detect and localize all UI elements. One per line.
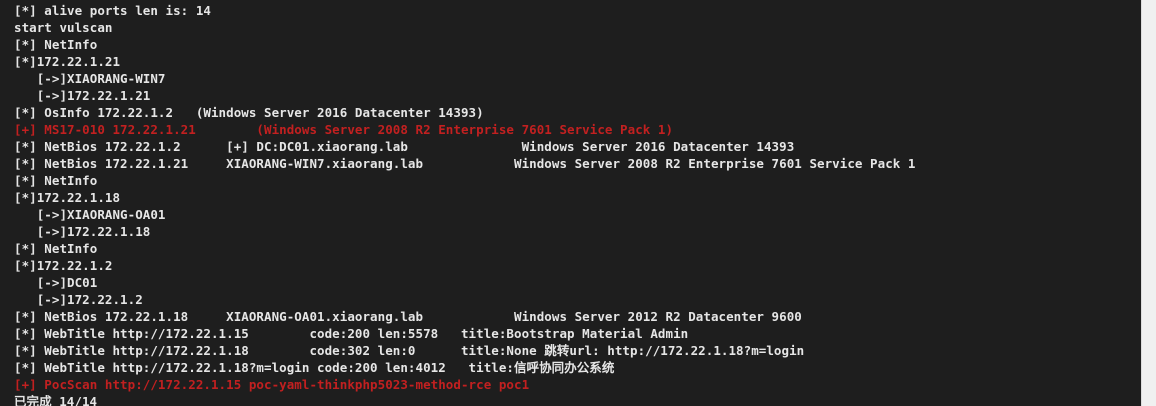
terminal-line: [->]172.22.1.18: [14, 224, 151, 239]
terminal-line: [*]172.22.1.21: [14, 54, 121, 69]
terminal-line: [->]DC01: [14, 275, 98, 290]
terminal-line: [*] NetBios 172.22.1.2 [+] DC:DC01.xiaor…: [14, 139, 795, 154]
terminal-line: start vulscan: [14, 20, 113, 35]
terminal-line-progress: 已完成 14/14: [14, 394, 98, 406]
terminal-line: [->]172.22.1.2: [14, 292, 143, 307]
terminal-output[interactable]: [*] alive ports len is: 14 start vulscan…: [0, 0, 1141, 406]
terminal-line: [->]XIAORANG-WIN7: [14, 71, 166, 86]
terminal-line: [*] WebTitle http://172.22.1.18 code:302…: [14, 343, 805, 358]
terminal-line: [*] WebTitle http://172.22.1.15 code:200…: [14, 326, 689, 341]
terminal-line: [*] NetInfo: [14, 173, 98, 188]
terminal-line-vulnerability: [+] PocScan http://172.22.1.15 poc-yaml-…: [14, 377, 530, 392]
terminal-line: [*] alive ports len is: 14: [14, 3, 211, 18]
terminal-line: [->]XIAORANG-OA01: [14, 207, 166, 222]
terminal-line: [*] NetInfo: [14, 37, 98, 52]
terminal-line: [*] NetBios 172.22.1.21 XIAORANG-WIN7.xi…: [14, 156, 916, 171]
terminal-line: [*] NetBios 172.22.1.18 XIAORANG-OA01.xi…: [14, 309, 802, 324]
vertical-scrollbar[interactable]: [1141, 0, 1156, 406]
terminal-line: [->]172.22.1.21: [14, 88, 151, 103]
terminal-line: [*] OsInfo 172.22.1.2 (Windows Server 20…: [14, 105, 484, 120]
terminal-line: [*]172.22.1.18: [14, 190, 121, 205]
terminal-line: [*]172.22.1.2: [14, 258, 113, 273]
terminal-line: [*] NetInfo: [14, 241, 98, 256]
terminal-line-vulnerability: [+] MS17-010 172.22.1.21 (Windows Server…: [14, 122, 674, 137]
terminal-line: [*] WebTitle http://172.22.1.18?m=login …: [14, 360, 615, 375]
